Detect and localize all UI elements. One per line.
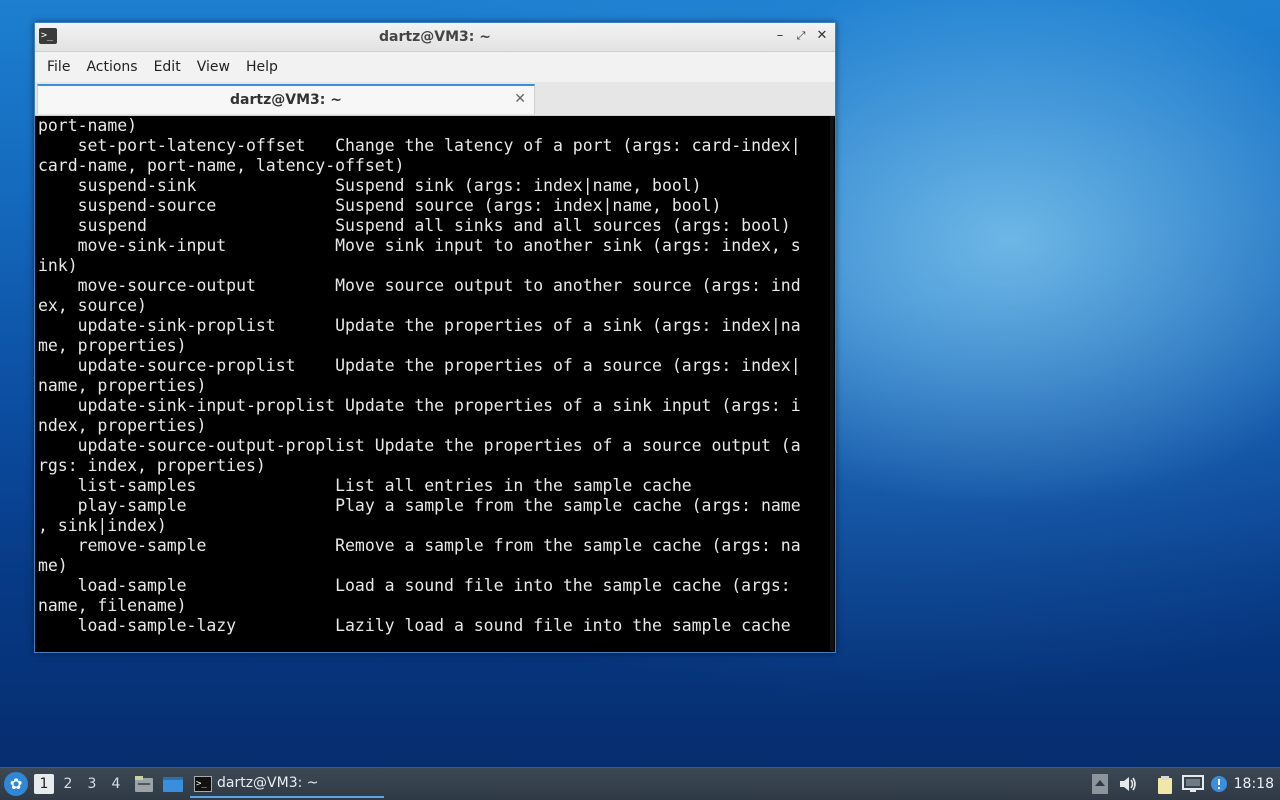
menu-edit[interactable]: Edit <box>146 59 189 75</box>
clock: 18:18 <box>1233 776 1274 792</box>
terminal-line: , sink|index) <box>38 516 167 535</box>
terminal-task-icon: >_ <box>194 776 212 792</box>
menu-actions[interactable]: Actions <box>78 59 145 75</box>
terminal-line: ndex, properties) <box>38 416 207 435</box>
taskbar-task-terminal[interactable]: >_ dartz@VM3: ~ <box>190 770 384 798</box>
terminal-line: update-source-proplist Update the proper… <box>38 356 801 375</box>
tab-label: dartz@VM3: ~ <box>230 92 342 108</box>
workspace-4[interactable]: 4 <box>106 774 126 794</box>
terminal-text: port-name) set-port-latency-offset Chang… <box>38 116 801 636</box>
clipboard-icon[interactable] <box>1156 775 1174 794</box>
show-desktop-icon[interactable] <box>162 774 183 794</box>
terminal-line: suspend-sink Suspend sink (args: index|n… <box>38 176 702 195</box>
terminal-line: move-sink-input Move sink input to anoth… <box>38 236 801 255</box>
terminal-line: suspend Suspend all sinks and all source… <box>38 216 791 235</box>
minimize-icon[interactable]: – <box>771 27 789 45</box>
tab-bar: dartz@VM3: ~ ✕ <box>35 82 835 116</box>
terminal-window[interactable]: >_ dartz@VM3: ~ – ⤢ ✕ File Actions Edit … <box>34 22 836 653</box>
start-menu-icon[interactable]: ✿ <box>4 772 28 796</box>
terminal-line: update-sink-proplist Update the properti… <box>38 316 801 335</box>
terminal-line: me) <box>38 556 68 575</box>
maximize-icon[interactable]: ⤢ <box>792 27 810 45</box>
taskbar: ✿ 1 2 3 4 >_ dartz@VM3: ~ 18:18 <box>0 767 1280 800</box>
terminal-line: update-sink-input-proplist Update the pr… <box>38 396 801 415</box>
window-title: dartz@VM3: ~ <box>379 29 491 45</box>
terminal-line: list-samples List all entries in the sam… <box>38 476 692 495</box>
workspace-2[interactable]: 2 <box>58 774 78 794</box>
task-label: dartz@VM3: ~ <box>217 775 319 791</box>
workspace-3[interactable]: 3 <box>82 774 102 794</box>
terminal-line: rgs: index, properties) <box>38 456 266 475</box>
network-icon[interactable] <box>1182 775 1204 793</box>
terminal-line: play-sample Play a sample from the sampl… <box>38 496 801 515</box>
menu-view[interactable]: View <box>189 59 238 75</box>
terminal-line: name, properties) <box>38 376 207 395</box>
menu-help[interactable]: Help <box>238 59 286 75</box>
terminal-output[interactable]: port-name) set-port-latency-offset Chang… <box>36 116 834 651</box>
title-bar[interactable]: >_ dartz@VM3: ~ – ⤢ ✕ <box>35 23 835 52</box>
terminal-line: me, properties) <box>38 336 187 355</box>
tab-terminal[interactable]: dartz@VM3: ~ ✕ <box>37 84 535 114</box>
volume-icon[interactable] <box>1118 775 1138 793</box>
terminal-line: load-sample Load a sound file into the s… <box>38 576 791 595</box>
terminal-scrollbar[interactable] <box>830 116 834 651</box>
close-icon[interactable]: ✕ <box>813 27 831 45</box>
terminal-line: load-sample-lazy Lazily load a sound fil… <box>38 616 791 635</box>
terminal-line: move-source-output Move source output to… <box>38 276 801 295</box>
notification-icon[interactable] <box>1210 775 1228 793</box>
menu-file[interactable]: File <box>39 59 78 75</box>
terminal-line: suspend-source Suspend source (args: ind… <box>38 196 722 215</box>
terminal-line: set-port-latency-offset Change the laten… <box>38 136 801 155</box>
file-manager-icon[interactable] <box>134 774 154 794</box>
terminal-line: ex, source) <box>38 296 147 315</box>
tray-up-arrow-icon[interactable] <box>1092 774 1108 794</box>
terminal-line: update-source-output-proplist Update the… <box>38 436 801 455</box>
terminal-line: ink) <box>38 256 78 275</box>
terminal-line: remove-sample Remove a sample from the s… <box>38 536 801 555</box>
workspace-1[interactable]: 1 <box>34 774 54 794</box>
terminal-line: card-name, port-name, latency-offset) <box>38 156 405 175</box>
tab-close-icon[interactable]: ✕ <box>514 86 526 112</box>
terminal-line: name, filename) <box>38 596 187 615</box>
menu-bar: File Actions Edit View Help <box>35 52 835 82</box>
terminal-line: port-name) <box>38 116 138 135</box>
